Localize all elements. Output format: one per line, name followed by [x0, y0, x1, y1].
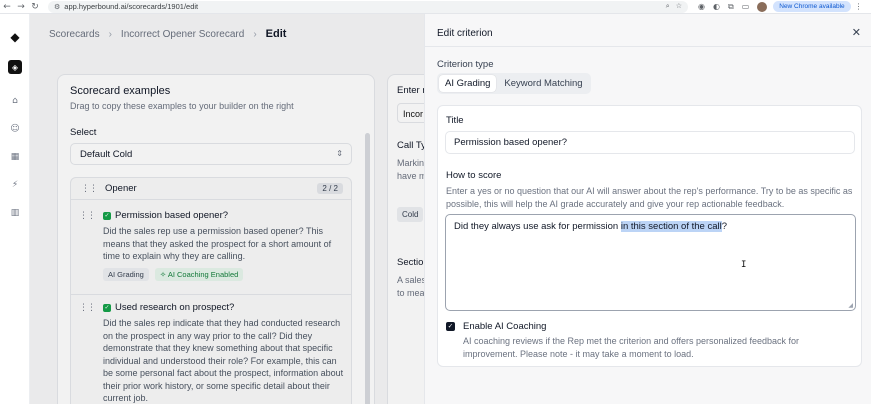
checkbox-checked-icon[interactable]: ✓: [103, 211, 111, 220]
examples-scrollbar[interactable]: [365, 133, 370, 404]
group-count-badge: 2 / 2: [317, 183, 343, 194]
divider: [425, 46, 871, 47]
zoom-icon[interactable]: ⌕: [666, 2, 670, 11]
tab-keyword-matching[interactable]: Keyword Matching: [498, 75, 588, 92]
edit-criterion-drawer: Edit criterion ✕ Criterion type AI Gradi…: [424, 14, 871, 404]
criterion-type-toggle: AI Grading Keyword Matching: [437, 73, 591, 94]
divider: [71, 294, 351, 295]
section-help: A sales: [397, 275, 427, 285]
home-icon[interactable]: ⌂: [8, 94, 22, 108]
browser-menu-icon[interactable]: ⋮: [855, 2, 863, 11]
call-type-help: have m: [397, 171, 427, 181]
app-sidebar: ◆ ◈ ⌂ ☺ ▦ ⚡ ▥: [0, 14, 30, 404]
tab-ai-grading[interactable]: AI Grading: [439, 75, 497, 92]
example-template-select[interactable]: Default Cold ⇕: [70, 143, 352, 165]
section-help: to mea: [397, 288, 425, 298]
group-header[interactable]: ⋮⋮ Opener 2 / 2: [71, 178, 351, 200]
workspace-icon[interactable]: ◈: [8, 60, 22, 74]
criterion-name: Used research on prospect?: [115, 302, 235, 313]
opener-group[interactable]: ⋮⋮ Opener 2 / 2 ⋮⋮ ✓ Permission based op…: [70, 177, 352, 404]
how-to-score-label: How to score: [446, 170, 502, 181]
examples-subtitle: Drag to copy these examples to your buil…: [70, 101, 294, 111]
breadcrumb-scorecard-name[interactable]: Incorrect Opener Scorecard: [121, 29, 244, 40]
breadcrumb: Scorecards › Incorrect Opener Scorecard …: [49, 28, 286, 40]
chevron-updown-icon: ⇕: [336, 149, 343, 158]
extensions-puzzle-icon[interactable]: ⧉: [728, 2, 734, 12]
title-input-value: Permission based opener?: [454, 137, 568, 148]
group-name: Opener: [105, 183, 137, 194]
drag-handle-icon[interactable]: ⋮⋮: [79, 211, 96, 221]
how-to-score-help: Enter a yes or no question that our AI w…: [446, 186, 853, 209]
criterion-description: Did the sales rep indicate that they had…: [103, 318, 344, 403]
checkbox-checked-icon[interactable]: ✓: [103, 303, 111, 312]
address-bar[interactable]: ⚙ app.hyperbound.ai/scorecards/1901/edit…: [48, 0, 688, 13]
example-criterion[interactable]: ⋮⋮ ✓ Permission based opener? Did the sa…: [79, 210, 347, 281]
criterion-form: Title Permission based opener? How to sc…: [437, 105, 862, 367]
new-chrome-available-button[interactable]: New Chrome available: [773, 1, 851, 12]
ai-coaching-tag: ✧ AI Coaching Enabled: [154, 267, 244, 281]
close-icon[interactable]: ✕: [852, 26, 861, 39]
site-info-icon[interactable]: ⚙: [54, 3, 60, 11]
grid-icon[interactable]: ▦: [8, 150, 22, 164]
url-text: app.hyperbound.ai/scorecards/1901/edit: [64, 2, 199, 11]
breadcrumb-separator-icon: ›: [253, 28, 257, 40]
extension-icon[interactable]: ◉: [698, 2, 705, 11]
sidepanel-icon[interactable]: ▭: [742, 2, 750, 11]
examples-title: Scorecard examples: [70, 85, 171, 97]
enable-ai-coaching-label[interactable]: Enable AI Coaching: [463, 321, 546, 332]
drag-handle-icon[interactable]: ⋮⋮: [79, 303, 96, 313]
textarea-text: Did they always use ask for permission: [454, 221, 621, 232]
hyperbound-logo-icon[interactable]: ◆: [8, 30, 22, 44]
extension-icon-2[interactable]: ◐: [713, 2, 720, 11]
select-value: Default Cold: [80, 148, 133, 160]
call-type-help: Markin: [397, 158, 425, 168]
breadcrumb-scorecards[interactable]: Scorecards: [49, 29, 100, 40]
breadcrumb-separator-icon: ›: [108, 28, 112, 40]
selected-text: in this section of the call: [620, 221, 722, 232]
drawer-title: Edit criterion: [437, 28, 493, 39]
bookmark-star-icon[interactable]: ☆: [676, 2, 682, 11]
ai-grading-tag: AI Grading: [103, 267, 149, 281]
browser-toolbar: ← → ↻ ⚙ app.hyperbound.ai/scorecards/190…: [0, 0, 871, 14]
bot-icon[interactable]: ☺: [8, 122, 22, 136]
resize-handle-icon[interactable]: ◢: [848, 302, 853, 309]
enable-ai-coaching-checkbox[interactable]: ✓: [446, 322, 455, 331]
criterion-description: Did the sales rep use a permission based…: [103, 226, 332, 261]
call-type-label: Call Ty: [397, 140, 426, 151]
scorecard-examples-panel: Scorecard examples Drag to copy these ex…: [57, 74, 375, 404]
criterion-type-label: Criterion type: [437, 59, 494, 70]
ai-coaching-help: AI coaching reviews if the Rep met the c…: [463, 336, 800, 359]
textarea-text-end: ?: [721, 221, 727, 232]
title-input[interactable]: Permission based opener?: [445, 131, 855, 154]
select-label: Select: [70, 127, 97, 138]
chart-icon[interactable]: ▥: [8, 206, 22, 220]
ai-coaching-tag-label: AI Coaching Enabled: [167, 269, 239, 279]
criterion-name: Permission based opener?: [115, 210, 229, 221]
call-type-cold-chip[interactable]: Cold: [397, 207, 424, 222]
drag-handle-icon[interactable]: ⋮⋮: [81, 184, 98, 194]
example-criterion[interactable]: ⋮⋮ ✓ Used research on prospect? Did the …: [79, 302, 347, 404]
reload-icon[interactable]: ↻: [28, 2, 42, 12]
back-icon[interactable]: ←: [0, 2, 14, 12]
breadcrumb-current: Edit: [265, 28, 287, 40]
lightning-icon[interactable]: ⚡: [8, 178, 22, 192]
profile-avatar[interactable]: [757, 1, 768, 12]
forward-icon[interactable]: →: [14, 2, 28, 12]
title-label: Title: [446, 115, 464, 126]
text-cursor-icon: I: [741, 260, 747, 270]
how-to-score-textarea[interactable]: Did they always use ask for permission i…: [445, 214, 856, 311]
new-chrome-label: New Chrome available: [779, 3, 845, 10]
